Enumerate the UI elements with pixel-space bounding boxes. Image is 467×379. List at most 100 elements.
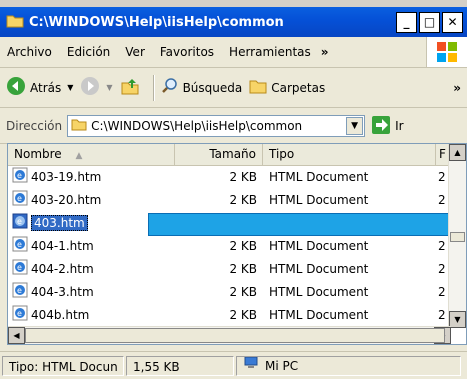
file-name: 404-2.htm — [31, 261, 94, 276]
address-value[interactable]: C:\WINDOWS\Help\iisHelp\common — [91, 119, 302, 133]
file-type: HTML Document — [269, 307, 369, 322]
search-button[interactable]: Búsqueda — [161, 77, 243, 98]
horizontal-scroll-thumb[interactable] — [25, 328, 445, 343]
folder-icon — [6, 13, 24, 32]
window-title: C:\WINDOWS\Help\iisHelp\common — [29, 14, 284, 30]
file-type: HTML Document — [269, 238, 369, 253]
status-type: Tipo: HTML Docun — [2, 355, 124, 376]
column-name[interactable]: Nombre ▲ — [8, 144, 175, 165]
go-label: Ir — [395, 119, 404, 133]
file-name: 404-3.htm — [31, 284, 94, 299]
file-type: HTML Document — [269, 261, 369, 276]
svg-text:e: e — [17, 240, 22, 249]
minimize-button[interactable]: _ — [396, 11, 417, 33]
folders-label: Carpetas — [271, 80, 326, 95]
svg-text:e: e — [17, 309, 22, 318]
menu-bar: Archivo Edición Ver Favoritos Herramient… — [0, 37, 467, 68]
svg-text:e: e — [17, 171, 22, 180]
forward-button[interactable]: ▼ — [80, 76, 113, 99]
table-row[interactable]: e 403-19.htm 2 KB HTML Document 2 — [8, 165, 451, 188]
html-file-icon: e — [12, 282, 28, 301]
file-size: 2 KB — [229, 261, 257, 276]
menu-overflow-chevron-icon[interactable]: » — [321, 45, 329, 59]
address-bar: Dirección C:\WINDOWS\Help\iisHelp\common… — [0, 109, 467, 144]
html-file-icon: e — [12, 190, 28, 209]
file-size: 2 KB — [229, 169, 257, 184]
file-type: HTML Document — [269, 284, 369, 299]
html-file-icon: e — [12, 259, 28, 278]
column-type[interactable]: Tipo — [263, 144, 436, 165]
file-size: 2 KB — [229, 238, 257, 253]
up-folder-button[interactable] — [120, 76, 140, 99]
folders-icon — [249, 78, 267, 97]
file-list: Nombre ▲ Tamaño Tipo F e 403-19.htm 2 KB … — [7, 143, 467, 345]
toolbar-overflow-chevron-icon[interactable]: » — [453, 81, 461, 95]
address-dropdown-icon[interactable]: ▼ — [346, 117, 364, 135]
file-name: 404-1.htm — [31, 238, 94, 253]
toolbar-separator — [152, 74, 155, 101]
scroll-left-icon[interactable]: ◀ — [8, 327, 25, 344]
file-type: HTML Document — [269, 192, 369, 207]
svg-text:e: e — [17, 263, 22, 272]
go-arrow-icon — [371, 115, 391, 138]
back-label: Atrás — [30, 80, 62, 95]
status-location: Mi PC — [236, 355, 461, 376]
menu-ver[interactable]: Ver — [125, 45, 145, 59]
menu-herramientas[interactable]: Herramientas — [229, 45, 311, 59]
back-arrow-icon — [6, 76, 26, 99]
go-button[interactable]: Ir — [371, 115, 404, 138]
scroll-up-icon[interactable]: ▲ — [449, 144, 466, 161]
standard-toolbar: Atrás ▼ ▼ Búsqueda Carpetas » — [0, 68, 467, 108]
html-file-icon: e — [12, 213, 28, 232]
svg-text:e: e — [17, 217, 22, 226]
file-name: 403-20.htm — [31, 192, 102, 207]
back-button[interactable]: Atrás ▼ — [6, 76, 73, 99]
address-folder-icon — [71, 118, 87, 134]
search-icon — [161, 77, 179, 98]
title-bar[interactable]: C:\WINDOWS\Help\iisHelp\common _ □ ✕ — [0, 7, 467, 37]
up-folder-icon — [120, 76, 140, 99]
vertical-scrollbar[interactable]: ▲ ▼ — [448, 144, 466, 328]
my-computer-icon — [243, 356, 259, 375]
search-label: Búsqueda — [182, 80, 243, 95]
status-bar: Tipo: HTML Docun 1,55 KB Mi PC — [0, 351, 467, 379]
table-row[interactable]: e 404b.htm 2 KB HTML Document 2 — [8, 303, 451, 326]
table-row[interactable]: e 404-1.htm 2 KB HTML Document 2 — [8, 234, 451, 257]
file-name: 403-19.htm — [31, 169, 102, 184]
html-file-icon: e — [12, 305, 28, 324]
horizontal-scrollbar[interactable]: ◀ ▶ — [8, 326, 451, 344]
menu-favoritos[interactable]: Favoritos — [160, 45, 214, 59]
file-size: 2 KB — [229, 192, 257, 207]
folders-button[interactable]: Carpetas — [249, 78, 325, 97]
sort-ascending-icon: ▲ — [75, 151, 83, 161]
close-button[interactable]: ✕ — [442, 11, 463, 33]
file-name: 403.htm — [31, 214, 88, 231]
html-file-icon: e — [12, 167, 28, 186]
inline-rename-highlight[interactable] — [148, 213, 466, 236]
forward-dropdown-icon[interactable]: ▼ — [106, 83, 112, 92]
file-size: 2 KB — [229, 307, 257, 322]
back-dropdown-icon[interactable]: ▼ — [67, 83, 73, 92]
vertical-scroll-thumb[interactable] — [450, 232, 465, 242]
file-name: 404b.htm — [31, 307, 90, 322]
address-field[interactable]: C:\WINDOWS\Help\iisHelp\common ▼ — [67, 115, 366, 137]
maximize-button[interactable]: □ — [419, 11, 440, 33]
column-size[interactable]: Tamaño — [175, 144, 263, 165]
status-location-label: Mi PC — [265, 358, 299, 373]
menu-edicion[interactable]: Edición — [67, 45, 110, 59]
menu-archivo[interactable]: Archivo — [7, 45, 52, 59]
file-size: 2 KB — [229, 284, 257, 299]
html-file-icon: e — [12, 236, 28, 255]
table-row[interactable]: e 403-20.htm 2 KB HTML Document 2 — [8, 188, 451, 211]
column-name-label: Nombre — [14, 147, 62, 161]
svg-text:e: e — [17, 286, 22, 295]
table-row[interactable]: e 404-2.htm 2 KB HTML Document 2 — [8, 257, 451, 280]
file-type: HTML Document — [269, 169, 369, 184]
scroll-down-icon[interactable]: ▼ — [449, 311, 466, 328]
table-row[interactable]: e 404-3.htm 2 KB HTML Document 2 — [8, 280, 451, 303]
file-rows: e 403-19.htm 2 KB HTML Document 2 e 403-20… — [8, 165, 451, 326]
address-label: Dirección — [6, 119, 63, 133]
status-size: 1,55 KB — [126, 355, 234, 376]
forward-arrow-icon — [80, 76, 100, 99]
svg-text:e: e — [17, 194, 22, 203]
